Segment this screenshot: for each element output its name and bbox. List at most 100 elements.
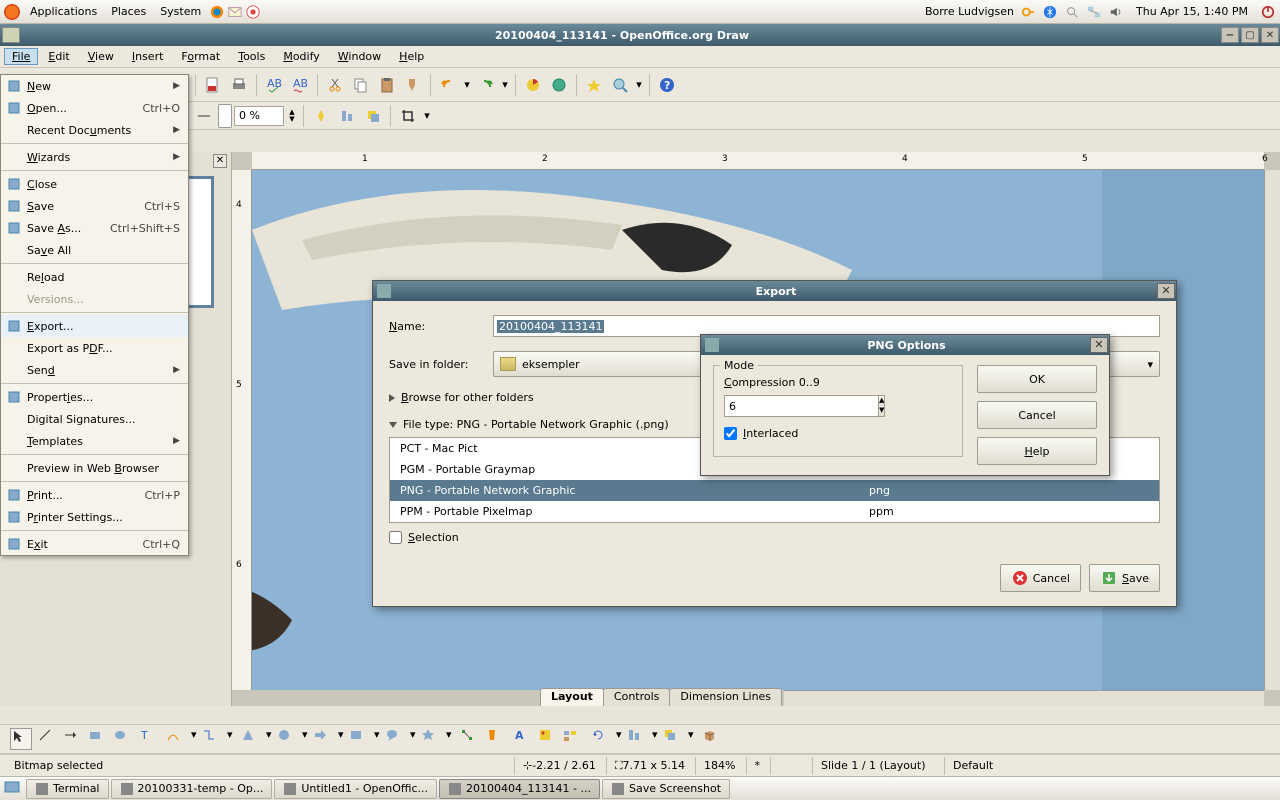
chart-icon[interactable] (521, 73, 545, 97)
fontwork-tool[interactable]: A (513, 728, 535, 750)
menu-modify[interactable]: Modify (275, 48, 327, 65)
flowchart-tool[interactable] (349, 728, 371, 750)
menu-item-open-[interactable]: Open...Ctrl+O (1, 97, 188, 119)
task--[interactable]: 20100404_113141 - ... (439, 779, 600, 799)
menu-item-print-[interactable]: Print...Ctrl+P (1, 484, 188, 506)
from-file-tool[interactable] (538, 728, 560, 750)
cut-icon[interactable] (323, 73, 347, 97)
arrange-draw-tool[interactable] (663, 728, 685, 750)
callout-tool[interactable] (385, 728, 407, 750)
paste-icon[interactable] (375, 73, 399, 97)
task-terminal[interactable]: Terminal (26, 779, 109, 799)
export-pdf-icon[interactable] (201, 73, 225, 97)
compression-spinner[interactable]: ▲▼ (724, 395, 814, 417)
png-ok-button[interactable]: OK (977, 365, 1097, 393)
menu-item-export-[interactable]: Export... (1, 315, 188, 337)
symbol-shapes-tool[interactable] (277, 728, 299, 750)
menu-item-save[interactable]: SaveCtrl+S (1, 195, 188, 217)
menu-edit[interactable]: Edit (40, 48, 77, 65)
ellipse-tool[interactable] (113, 728, 135, 750)
tab-controls[interactable]: Controls (603, 688, 671, 706)
menu-item-printer-settings-[interactable]: Printer Settings... (1, 506, 188, 528)
status-zoom[interactable]: 184% (695, 757, 743, 775)
menu-item-send[interactable]: Send▶ (1, 359, 188, 381)
star-tool[interactable] (421, 728, 443, 750)
help-icon[interactable] (245, 4, 261, 20)
menu-file[interactable]: File (4, 48, 38, 65)
gnome-user-name[interactable]: Borre Ludvigsen (925, 5, 1014, 18)
align-draw-tool[interactable] (627, 728, 649, 750)
close-window-button[interactable]: ✕ (1261, 27, 1279, 43)
maximize-button[interactable]: ▢ (1241, 27, 1259, 43)
block-arrows-dd[interactable]: ▾ (338, 728, 346, 750)
redo-dropdown[interactable]: ▾ (500, 73, 510, 97)
gnome-clock[interactable]: Thu Apr 15, 1:40 PM (1130, 3, 1254, 20)
arrow-tool[interactable] (63, 728, 85, 750)
selection-checkbox[interactable] (389, 531, 402, 544)
glue-tool[interactable] (485, 728, 507, 750)
spin-up[interactable]: ▲ (879, 396, 884, 406)
spellcheck-icon[interactable]: ABC (262, 73, 286, 97)
spin-down[interactable]: ▼ (879, 406, 884, 416)
zoom-dropdown[interactable]: ▾ (634, 73, 644, 97)
star-dd[interactable]: ▾ (446, 728, 454, 750)
menu-item-recent-documents[interactable]: Recent Documents▶ (1, 119, 188, 141)
export-dialog-close[interactable]: ✕ (1157, 283, 1175, 299)
menu-item-close[interactable]: Close (1, 173, 188, 195)
gnome-menu-system[interactable]: System (154, 3, 207, 20)
connector-tool[interactable] (202, 728, 224, 750)
line-color-swatch[interactable] (218, 104, 232, 128)
callout-dd[interactable]: ▾ (410, 728, 418, 750)
basic-shapes-dd[interactable]: ▾ (266, 728, 274, 750)
menu-item-templates[interactable]: Templates▶ (1, 430, 188, 452)
filetype-ppm[interactable]: PPM - Portable Pixelmapppm (390, 501, 1159, 522)
align-draw-dd[interactable]: ▾ (652, 728, 660, 750)
network-icon[interactable] (1086, 4, 1102, 20)
export-cancel-button[interactable]: Cancel (1000, 564, 1081, 592)
gallery-tool[interactable] (563, 728, 585, 750)
align-icon[interactable] (335, 104, 359, 128)
gnome-menu-places[interactable]: Places (105, 3, 152, 20)
menu-item-preview-in-web-browser[interactable]: Preview in Web Browser (1, 457, 188, 479)
undo-icon[interactable] (436, 73, 460, 97)
task-save-screenshot[interactable]: Save Screenshot (602, 779, 730, 799)
filetype-png[interactable]: PNG - Portable Network Graphicpng (390, 480, 1159, 501)
export-save-button[interactable]: Save (1089, 564, 1160, 592)
compression-input[interactable] (724, 395, 878, 417)
navigator-icon[interactable] (582, 73, 606, 97)
shutdown-icon[interactable] (1260, 4, 1276, 20)
png-help-button[interactable]: Help (977, 437, 1097, 465)
menu-item-reload[interactable]: Reload (1, 266, 188, 288)
crop-dropdown[interactable]: ▾ (422, 104, 432, 128)
task--temp-op-[interactable]: 20100331-temp - Op... (111, 779, 273, 799)
text-tool[interactable]: T (138, 728, 160, 750)
rotate-dd[interactable]: ▾ (616, 728, 624, 750)
keyring-icon[interactable] (1020, 4, 1036, 20)
menu-insert[interactable]: Insert (124, 48, 172, 65)
menu-view[interactable]: View (80, 48, 122, 65)
vertical-scrollbar[interactable] (1264, 170, 1280, 690)
minimize-button[interactable]: − (1221, 27, 1239, 43)
flowchart-dd[interactable]: ▾ (374, 728, 382, 750)
basic-shapes-tool[interactable] (241, 728, 263, 750)
format-paint-icon[interactable] (401, 73, 425, 97)
line-tool[interactable] (38, 728, 60, 750)
menu-item-digital-signatures-[interactable]: Digital Signatures... (1, 408, 188, 430)
slide-panel-close[interactable]: ✕ (213, 154, 227, 168)
show-desktop-icon[interactable] (4, 779, 24, 798)
line-width-input[interactable] (234, 106, 284, 126)
menu-item-exit[interactable]: ExitCtrl+Q (1, 533, 188, 555)
menu-help[interactable]: Help (391, 48, 432, 65)
undo-dropdown[interactable]: ▾ (462, 73, 472, 97)
menu-item-wizards[interactable]: Wizards▶ (1, 146, 188, 168)
symbol-shapes-dd[interactable]: ▾ (302, 728, 310, 750)
menu-item-export-as-pdf-[interactable]: Export as PDF... (1, 337, 188, 359)
autospell-icon[interactable]: ABC (288, 73, 312, 97)
menu-format[interactable]: Format (173, 48, 228, 65)
crop-icon[interactable] (396, 104, 420, 128)
menu-item-save-as-[interactable]: Save As...Ctrl+Shift+S (1, 217, 188, 239)
rect-tool[interactable] (88, 728, 110, 750)
block-arrows-tool[interactable] (313, 728, 335, 750)
interlaced-checkbox[interactable] (724, 427, 737, 440)
zoom-icon[interactable] (608, 73, 632, 97)
